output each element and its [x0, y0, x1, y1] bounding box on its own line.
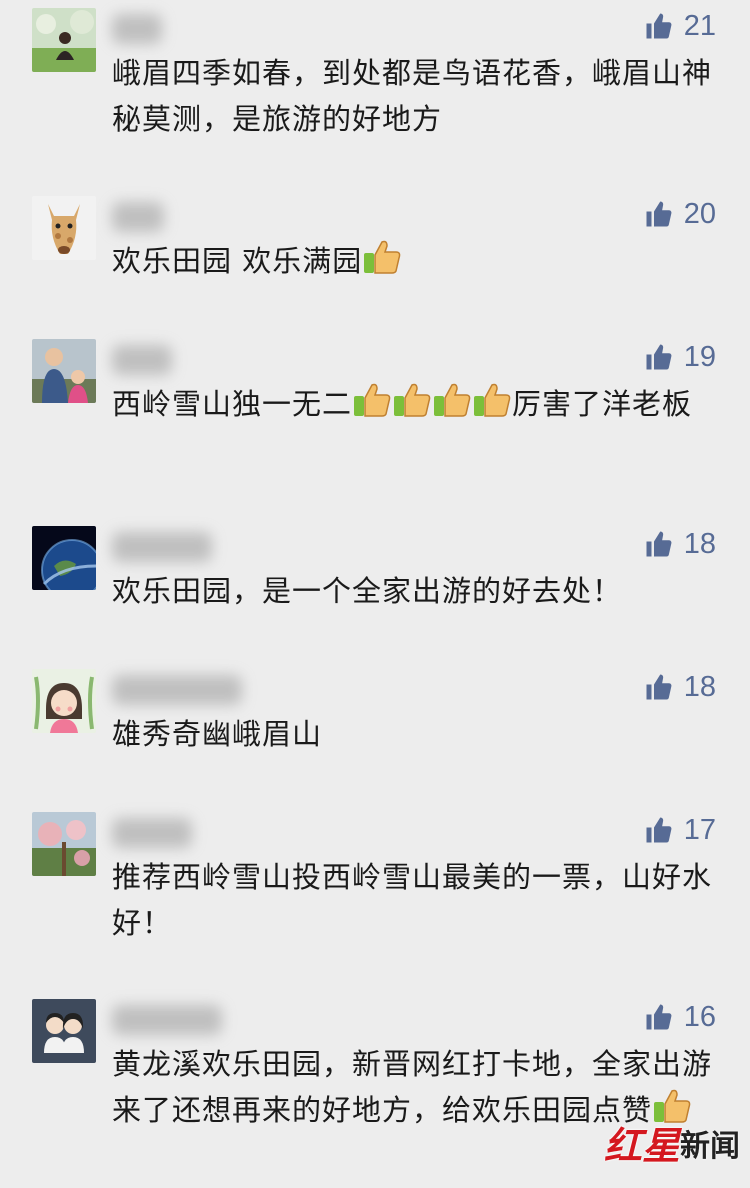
like-button[interactable]: 20 — [644, 196, 716, 232]
like-count: 17 — [683, 813, 716, 846]
thumbs-up-emoji — [432, 382, 472, 418]
user-name-blurred — [112, 14, 162, 44]
avatar[interactable] — [32, 669, 96, 733]
thumbs-up-icon — [644, 672, 674, 702]
like-button[interactable]: 18 — [644, 526, 716, 562]
like-count: 21 — [683, 9, 716, 42]
thumbs-up-emoji — [472, 382, 512, 418]
watermark-logo: 红星 新闻 — [604, 1115, 740, 1170]
like-button[interactable]: 16 — [644, 999, 716, 1035]
user-name-blurred — [112, 345, 172, 375]
thumbs-up-icon — [644, 815, 674, 845]
comment-text: 峨眉四季如春，到处都是鸟语花香，峨眉山神秘莫测，是旅游的好地方 — [112, 56, 713, 136]
user-name-blurred — [112, 675, 242, 705]
comment-text: 欢乐田园 欢乐满园 — [112, 238, 712, 284]
avatar[interactable] — [32, 196, 96, 260]
user-name-blurred — [112, 818, 192, 848]
avatar[interactable] — [32, 812, 96, 876]
watermark-brand-red: 红星 — [603, 1123, 680, 1168]
thumbs-up-icon — [644, 199, 674, 229]
thumbs-up-icon — [644, 529, 674, 559]
like-button[interactable]: 19 — [644, 339, 716, 375]
comment-text: 欢乐田园，是一个全家出游的好去处！ — [112, 574, 623, 608]
avatar[interactable] — [32, 999, 96, 1063]
like-button[interactable]: 21 — [644, 8, 716, 44]
user-name-blurred — [112, 532, 212, 562]
thumbs-up-icon — [644, 11, 674, 41]
like-count: 19 — [683, 340, 716, 373]
like-button[interactable]: 18 — [644, 669, 716, 705]
watermark-brand-dark: 新闻 — [680, 1128, 740, 1164]
thumbs-up-icon — [644, 342, 674, 372]
user-name-blurred — [112, 1005, 222, 1035]
like-button[interactable]: 17 — [644, 812, 716, 848]
like-count: 18 — [683, 670, 716, 703]
comment-text: 西岭雪山独一无二 厉害了洋老板 — [112, 381, 712, 427]
user-name-blurred — [112, 202, 164, 232]
thumbs-up-emoji — [392, 382, 432, 418]
comment-text: 雄秀奇幽峨眉山 — [112, 717, 323, 751]
like-count: 16 — [683, 1000, 716, 1033]
thumbs-up-emoji — [362, 239, 402, 275]
like-count: 20 — [683, 197, 716, 230]
thumbs-up-icon — [644, 1002, 674, 1032]
like-count: 18 — [683, 527, 716, 560]
avatar[interactable] — [32, 526, 96, 590]
avatar[interactable] — [32, 8, 96, 72]
avatar[interactable] — [32, 339, 96, 403]
comment-text: 推荐西岭雪山投西岭雪山最美的一票，山好水好！ — [112, 860, 713, 940]
thumbs-up-emoji — [352, 382, 392, 418]
